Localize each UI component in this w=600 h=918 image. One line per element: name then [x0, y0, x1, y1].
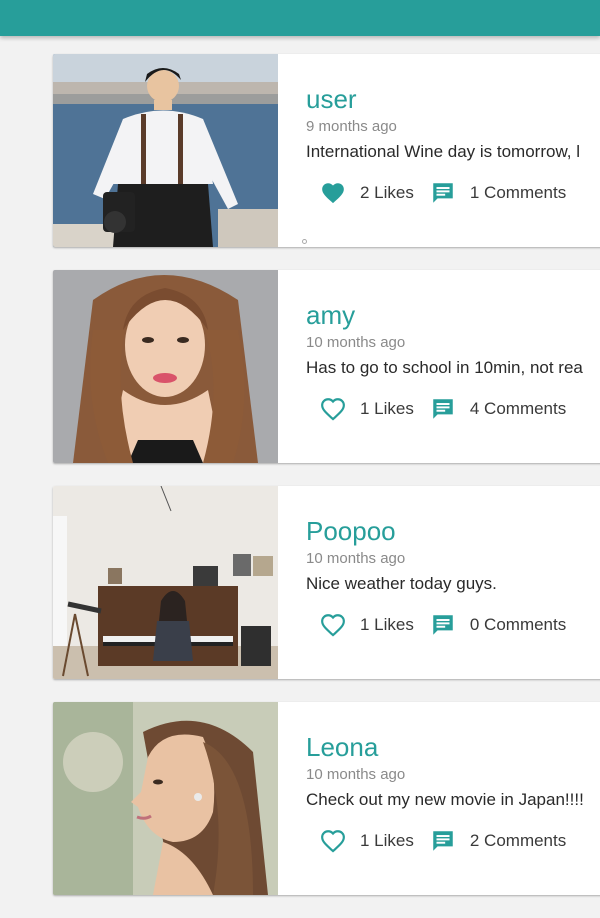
heart-outline-icon [321, 614, 345, 637]
post-content: Poopoo 10 months ago Nice weather today … [306, 516, 600, 594]
post-message: Check out my new movie in Japan!!!! [306, 790, 584, 809]
post-content: Leona 10 months ago Check out my new mov… [306, 732, 600, 810]
comments-button[interactable]: 4 Comments [430, 396, 566, 422]
comments-count: 0 Comments [469, 615, 567, 634]
post-content: amy 10 months ago Has to go to school in… [306, 300, 600, 378]
likes-count: 1 Likes [360, 399, 414, 418]
post-photo[interactable] [53, 54, 278, 247]
post-card[interactable]: user 9 months ago International Wine day… [53, 54, 600, 247]
likes-count: 1 Likes [360, 615, 414, 634]
likes-count: 2 Likes [360, 183, 414, 202]
like-button[interactable]: 2 Likes [320, 180, 414, 206]
comment-icon [433, 831, 453, 851]
heart-outline-icon [321, 398, 345, 421]
post-username[interactable]: Poopoo [306, 516, 600, 546]
post-card[interactable]: Leona 10 months ago Check out my new mov… [53, 702, 600, 895]
post-card[interactable]: Poopoo 10 months ago Nice weather today … [53, 486, 600, 679]
post-timestamp: 10 months ago [306, 766, 406, 783]
post-message: International Wine day is tomorrow, l [306, 142, 581, 161]
post-message: Nice weather today guys. [306, 574, 497, 593]
post-timestamp: 9 months ago [306, 118, 397, 135]
indicator-dot [302, 239, 307, 244]
like-button[interactable]: 1 Likes [320, 612, 414, 638]
comments-count: 2 Comments [469, 831, 567, 850]
comments-count: 1 Comments [469, 183, 567, 202]
comments-button[interactable]: 2 Comments [430, 828, 566, 854]
post-content: user 9 months ago International Wine day… [306, 84, 600, 162]
likes-count: 1 Likes [360, 831, 414, 850]
photo-woman-profile [53, 702, 278, 895]
comment-icon [433, 183, 453, 203]
post-timestamp: 10 months ago [306, 334, 406, 351]
post-actions: 1 Likes 4 Comments [320, 396, 566, 422]
post-actions: 1 Likes 2 Comments [320, 828, 566, 854]
post-photo[interactable] [53, 486, 278, 679]
heart-filled-icon [322, 183, 344, 204]
comments-button[interactable]: 1 Comments [430, 180, 566, 206]
like-button[interactable]: 1 Likes [320, 828, 414, 854]
post-username[interactable]: user [306, 84, 600, 114]
post-message: Has to go to school in 10min, not rea [306, 358, 583, 377]
post-photo[interactable] [53, 702, 278, 895]
app-header-bar [0, 0, 600, 36]
post-feed: user 9 months ago International Wine day… [53, 54, 600, 918]
comments-count: 4 Comments [469, 399, 567, 418]
comments-button[interactable]: 0 Comments [430, 612, 566, 638]
post-username[interactable]: amy [306, 300, 600, 330]
heart-outline-icon [321, 830, 345, 853]
comment-icon [433, 615, 453, 635]
post-username[interactable]: Leona [306, 732, 600, 762]
post-actions: 1 Likes 0 Comments [320, 612, 566, 638]
comment-icon [433, 399, 453, 419]
post-actions: 2 Likes 1 Comments [320, 180, 566, 206]
photo-woman-portrait [53, 270, 278, 463]
post-card[interactable]: amy 10 months ago Has to go to school in… [53, 270, 600, 463]
like-button[interactable]: 1 Likes [320, 396, 414, 422]
post-photo[interactable] [53, 270, 278, 463]
post-timestamp: 10 months ago [306, 550, 406, 567]
photo-woman-at-piano [53, 486, 278, 679]
photo-man-with-camera [53, 54, 278, 247]
